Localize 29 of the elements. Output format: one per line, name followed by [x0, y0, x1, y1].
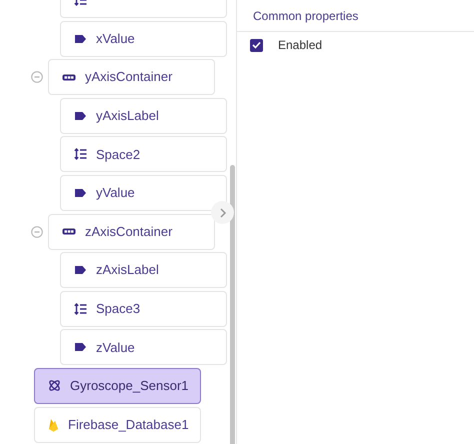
collapse-toggle-icon[interactable]: [31, 71, 43, 84]
collapse-toggle-icon[interactable]: [31, 226, 43, 238]
component-item[interactable]: yValue: [60, 174, 227, 211]
tag-icon: [74, 34, 87, 44]
section-heading: Common properties: [253, 8, 358, 24]
chevron-right-icon: [218, 208, 226, 218]
component-item[interactable]: yAxisLabel: [60, 98, 227, 134]
component-item[interactable]: zAxisContainer: [48, 214, 215, 250]
line-spacing-icon: [74, 148, 87, 160]
scrollbar-thumb[interactable]: [230, 165, 235, 444]
component-item[interactable]: Firebase_Database1: [34, 406, 201, 443]
atom-icon: [48, 379, 61, 392]
tag-icon: [74, 265, 87, 276]
line-spacing-icon: [74, 302, 87, 315]
flame-icon: [48, 418, 59, 432]
horizontal-arrangement-icon: [62, 228, 76, 236]
tag-icon: [74, 110, 87, 121]
checkbox[interactable]: [250, 38, 263, 52]
component-item[interactable]: zValue: [60, 329, 227, 366]
tag-icon: [74, 188, 87, 198]
component-item[interactable]: Gyroscope_Sensor1: [34, 368, 201, 404]
component-item[interactable]: zAxisLabel: [60, 252, 227, 288]
checkbox-label: Enabled: [278, 37, 322, 54]
component-item[interactable]: xValue: [60, 20, 227, 57]
tag-icon: [74, 342, 87, 352]
component-item[interactable]: yAxisContainer: [48, 59, 215, 96]
component-item[interactable]: Space3: [60, 290, 227, 327]
horizontal-arrangement-icon: [62, 74, 76, 81]
component-item[interactable]: Space2: [60, 136, 227, 172]
